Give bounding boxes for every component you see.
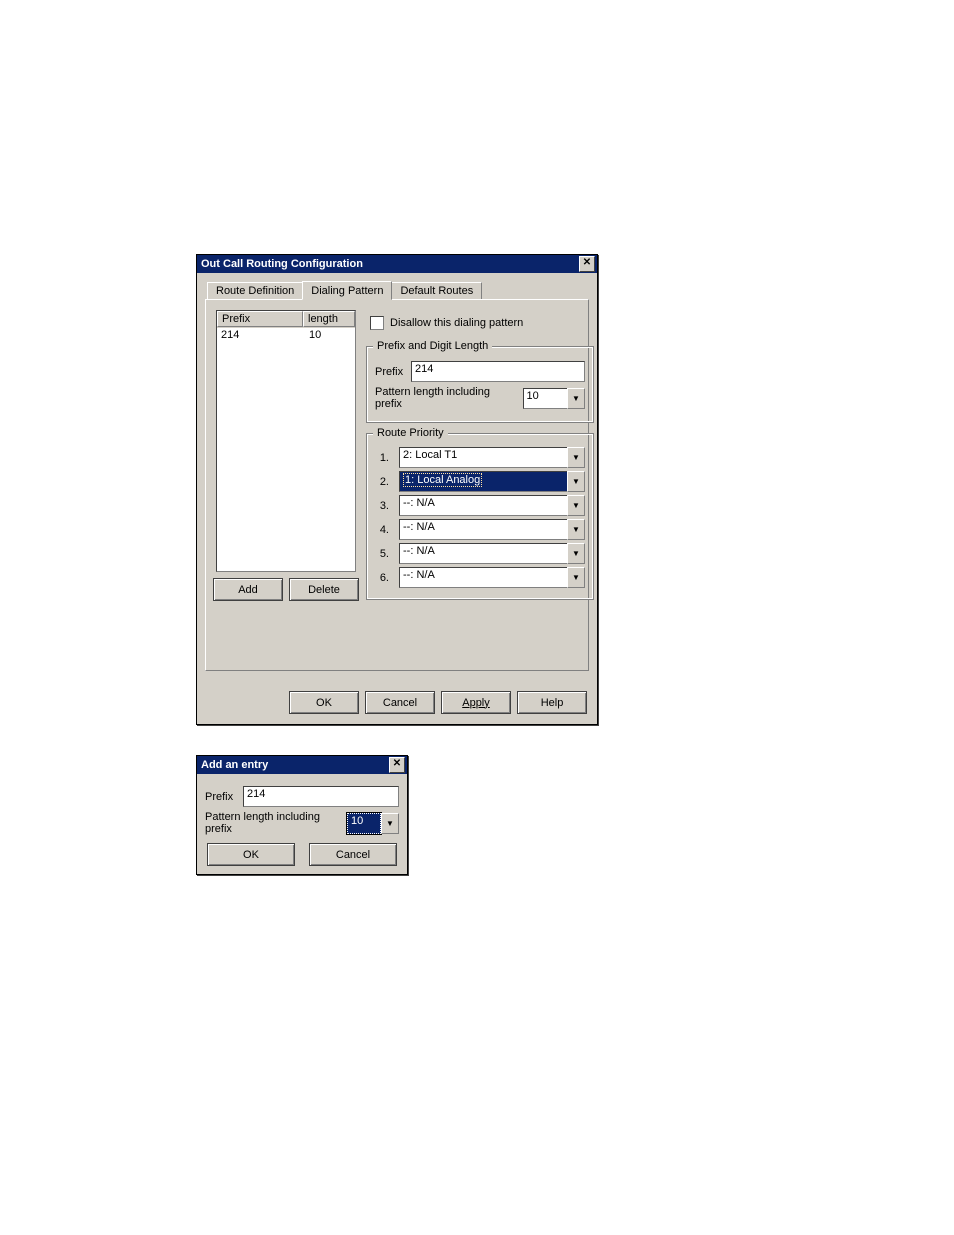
add-prefix-label: Prefix bbox=[205, 791, 237, 803]
tab-default-routes[interactable]: Default Routes bbox=[391, 282, 482, 299]
cell-length: 10 bbox=[305, 328, 355, 342]
priority-select-1[interactable]: 2: Local T1 ▼ bbox=[399, 447, 585, 468]
disallow-label: Disallow this dialing pattern bbox=[390, 317, 523, 329]
priority-value-1: 2: Local T1 bbox=[399, 447, 567, 468]
prefix-label: Prefix bbox=[375, 366, 405, 378]
pattern-list[interactable]: Prefix length 214 10 bbox=[216, 310, 356, 572]
col-length-header[interactable]: length bbox=[303, 311, 355, 327]
add-ok-button[interactable]: OK bbox=[207, 843, 295, 866]
priority-value-6: --: N/A bbox=[399, 567, 567, 588]
priority-select-2[interactable]: 1: Local Analog ▼ bbox=[399, 471, 585, 492]
add-prefix-input[interactable]: 214 bbox=[243, 786, 399, 807]
title-text: Out Call Routing Configuration bbox=[201, 258, 363, 270]
prefix-input[interactable]: 214 bbox=[411, 361, 585, 382]
route-priority-legend: Route Priority bbox=[373, 427, 448, 439]
add-entry-dialog: Add an entry ✕ Prefix 214 Pattern length… bbox=[196, 755, 408, 875]
pattern-length-value[interactable]: 10 bbox=[523, 388, 567, 409]
priority-value-4: --: N/A bbox=[399, 519, 567, 540]
apply-button[interactable]: Apply bbox=[441, 691, 511, 714]
prefix-groupbox: Prefix and Digit Length Prefix 214 Patte… bbox=[366, 346, 594, 423]
cell-prefix: 214 bbox=[217, 328, 305, 342]
footer-buttons: OK Cancel Apply Help bbox=[197, 681, 597, 724]
chevron-down-icon[interactable]: ▼ bbox=[567, 447, 585, 468]
out-call-routing-dialog: Out Call Routing Configuration ✕ Route D… bbox=[196, 254, 598, 725]
close-icon[interactable]: ✕ bbox=[579, 256, 595, 272]
priority-num-5: 5. bbox=[375, 548, 389, 560]
help-button[interactable]: Help bbox=[517, 691, 587, 714]
chevron-down-icon[interactable]: ▼ bbox=[381, 813, 399, 834]
add-pattern-length-combo[interactable]: 10 ▼ bbox=[347, 813, 399, 834]
pattern-length-combo[interactable]: 10 ▼ bbox=[523, 388, 585, 409]
route-priority-groupbox: Route Priority 1. 2: Local T1 ▼ 2. 1: Lo… bbox=[366, 433, 594, 600]
priority-select-3[interactable]: --: N/A ▼ bbox=[399, 495, 585, 516]
chevron-down-icon[interactable]: ▼ bbox=[567, 543, 585, 564]
titlebar[interactable]: Add an entry ✕ bbox=[197, 756, 407, 774]
chevron-down-icon[interactable]: ▼ bbox=[567, 567, 585, 588]
tabs: Route Definition Dialing Pattern Default… bbox=[207, 281, 589, 299]
add-pattern-length-label: Pattern length including prefix bbox=[205, 811, 341, 835]
priority-value-2: 1: Local Analog bbox=[399, 471, 567, 492]
priority-num-1: 1. bbox=[375, 452, 389, 464]
col-prefix-header[interactable]: Prefix bbox=[217, 311, 303, 327]
tab-dialing-pattern[interactable]: Dialing Pattern bbox=[302, 281, 392, 300]
disallow-checkbox[interactable] bbox=[370, 316, 384, 330]
chevron-down-icon[interactable]: ▼ bbox=[567, 388, 585, 409]
add-button[interactable]: Add bbox=[213, 578, 283, 601]
priority-num-4: 4. bbox=[375, 524, 389, 536]
ok-button[interactable]: OK bbox=[289, 691, 359, 714]
priority-select-6[interactable]: --: N/A ▼ bbox=[399, 567, 585, 588]
titlebar[interactable]: Out Call Routing Configuration ✕ bbox=[197, 255, 597, 273]
add-cancel-button[interactable]: Cancel bbox=[309, 843, 397, 866]
priority-num-3: 3. bbox=[375, 500, 389, 512]
title-text: Add an entry bbox=[201, 759, 268, 771]
priority-num-6: 6. bbox=[375, 572, 389, 584]
tab-panel: Prefix length 214 10 Add Delete D bbox=[205, 299, 589, 671]
chevron-down-icon[interactable]: ▼ bbox=[567, 495, 585, 516]
list-item[interactable]: 214 10 bbox=[217, 328, 355, 342]
add-pattern-length-value[interactable]: 10 bbox=[347, 813, 381, 834]
cancel-button[interactable]: Cancel bbox=[365, 691, 435, 714]
priority-select-5[interactable]: --: N/A ▼ bbox=[399, 543, 585, 564]
chevron-down-icon[interactable]: ▼ bbox=[567, 471, 585, 492]
priority-value-3: --: N/A bbox=[399, 495, 567, 516]
prefix-legend: Prefix and Digit Length bbox=[373, 340, 492, 352]
delete-button[interactable]: Delete bbox=[289, 578, 359, 601]
close-icon[interactable]: ✕ bbox=[389, 757, 405, 773]
priority-value-5: --: N/A bbox=[399, 543, 567, 564]
tab-route-definition[interactable]: Route Definition bbox=[207, 282, 303, 299]
priority-select-4[interactable]: --: N/A ▼ bbox=[399, 519, 585, 540]
pattern-length-label: Pattern length including prefix bbox=[375, 386, 517, 410]
priority-num-2: 2. bbox=[375, 476, 389, 488]
chevron-down-icon[interactable]: ▼ bbox=[567, 519, 585, 540]
